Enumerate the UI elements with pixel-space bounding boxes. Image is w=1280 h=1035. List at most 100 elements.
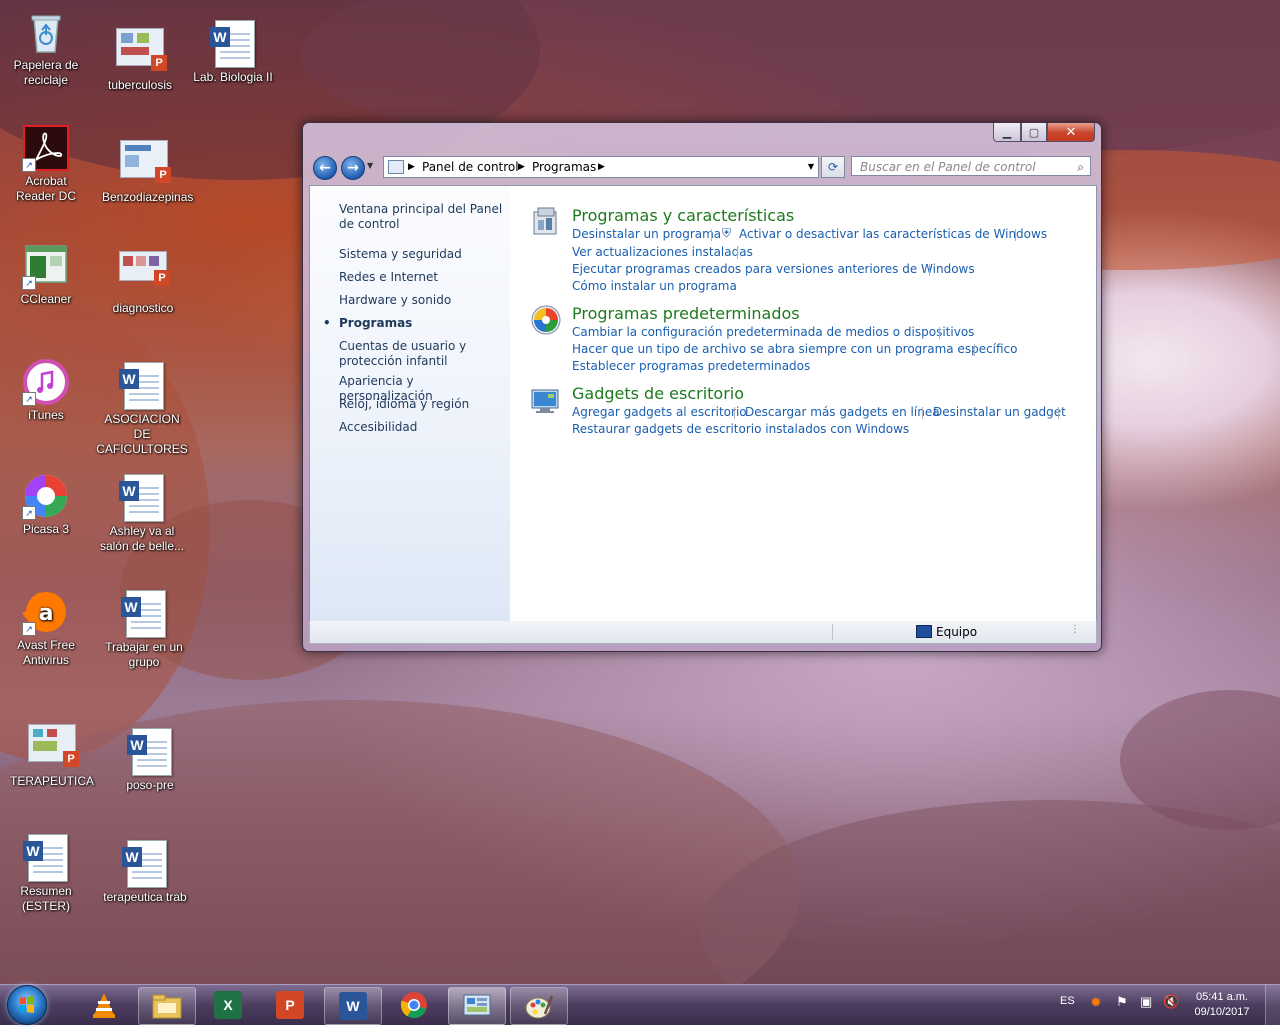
sidebar-item-accessibility[interactable]: Accesibilidad: [339, 420, 504, 435]
sidebar-item-programs[interactable]: • Programas: [323, 316, 504, 331]
desktop-icon-ashley[interactable]: W Ashley va al salón de belle...: [97, 474, 187, 554]
desktop-icon-benzodiazepinas[interactable]: P Benzodiazepinas: [102, 132, 193, 205]
desktop-icon-itunes[interactable]: ↗ iTunes: [4, 358, 88, 423]
resize-grip-icon[interactable]: ⋮: [1070, 624, 1080, 635]
desktop-icon-acrobat[interactable]: ↗ Acrobat Reader DC: [4, 124, 88, 204]
refresh-button[interactable]: ⟳: [821, 156, 845, 178]
address-dropdown-icon[interactable]: ▼: [808, 157, 814, 177]
desktop-icon-avast[interactable]: a ↗ Avast Free Antivirus: [4, 588, 88, 668]
desktop-icon-trabajar[interactable]: W Trabajar en un grupo: [102, 590, 186, 670]
link-separator: [1058, 407, 1059, 419]
desktop-icon-asociacion[interactable]: W ASOCIACION DE CAFICULTORES: [96, 362, 188, 457]
word-document-icon: W: [118, 474, 166, 522]
link-separator: [1015, 229, 1016, 241]
desktop-icon-lab-biologia[interactable]: W Lab. Biologia II: [191, 20, 275, 85]
chrome-icon: [400, 992, 427, 1019]
sidebar: Ventana principal del Panel de control S…: [310, 186, 510, 622]
desktop-icon-ccleaner[interactable]: ↗ CCleaner: [4, 242, 88, 307]
maximize-icon: ▢: [1028, 125, 1040, 139]
control-panel-icon: [463, 994, 491, 1016]
desktop-icon-recycle-bin[interactable]: Papelera de reciclaje: [4, 8, 88, 88]
show-desktop-button[interactable]: [1265, 985, 1280, 1025]
link-separator: [737, 247, 738, 259]
category-title-desktop-gadgets[interactable]: Gadgets de escritorio: [572, 384, 744, 403]
forward-button[interactable]: →: [341, 156, 365, 180]
computer-icon: [916, 625, 932, 638]
desktop-icon-picasa[interactable]: ↗ Picasa 3: [4, 472, 88, 537]
category-title-programs-features[interactable]: Programas y características: [572, 206, 794, 225]
ccleaner-icon: ↗: [22, 242, 70, 290]
close-button[interactable]: ✕: [1047, 123, 1095, 142]
taskbar-powerpoint[interactable]: P: [262, 987, 318, 1023]
desktop-icon-tuberculosis[interactable]: P tuberculosis: [98, 20, 182, 93]
back-button[interactable]: ←: [313, 156, 337, 180]
address-bar[interactable]: ▶ Panel de control ▶ Programas ▶ ▼: [383, 156, 819, 178]
chevron-down-icon: ▼: [367, 161, 374, 170]
search-input[interactable]: Buscar en el Panel de control ⌕: [851, 156, 1091, 176]
breadcrumb-separator-icon: ▶: [408, 162, 415, 172]
breadcrumb-programs[interactable]: Programas: [532, 157, 596, 177]
link-file-associations[interactable]: Hacer que un tipo de archivo se abra sie…: [572, 342, 1018, 356]
desktop-icon-poso-pre[interactable]: W poso-pre: [108, 728, 192, 793]
sidebar-item-hardware[interactable]: Hardware y sonido: [339, 293, 504, 308]
link-add-gadgets[interactable]: Agregar gadgets al escritorio: [572, 405, 747, 419]
close-icon: ✕: [1065, 124, 1077, 140]
minimize-button[interactable]: ▁: [993, 123, 1021, 142]
link-download-gadgets[interactable]: Descargar más gadgets en línea: [745, 405, 940, 419]
link-set-default-programs[interactable]: Establecer programas predeterminados: [572, 359, 810, 373]
desktop-gadgets-icon: [531, 389, 559, 413]
language-indicator[interactable]: ES: [1060, 995, 1075, 1035]
maximize-button[interactable]: ▢: [1021, 123, 1047, 142]
desktop-icon-label: Picasa 3: [22, 522, 70, 536]
desktop-icon-label: Resumen (ESTER): [20, 884, 72, 913]
link-compatibility[interactable]: Ejecutar programas creados para versione…: [572, 262, 975, 276]
control-panel-icon: [388, 160, 404, 174]
status-location: Equipo: [936, 625, 978, 639]
taskbar-paint[interactable]: [510, 987, 568, 1025]
arrow-right-icon: →: [347, 160, 359, 176]
volume-muted-icon[interactable]: 🔇: [1163, 994, 1179, 1034]
link-uninstall-program[interactable]: Desinstalar un programa: [572, 227, 721, 241]
sidebar-item-network[interactable]: Redes e Internet: [339, 270, 504, 285]
start-button[interactable]: [7, 985, 47, 1025]
breadcrumb-separator-icon: ▶: [598, 162, 605, 172]
avast-tray-icon[interactable]: ✹: [1090, 994, 1102, 1034]
action-center-icon[interactable]: ⚑: [1116, 994, 1128, 1034]
link-windows-features[interactable]: Activar o desactivar las características…: [739, 227, 1047, 241]
breadcrumb-control-panel[interactable]: Panel de control: [422, 157, 519, 177]
itunes-icon: ↗: [22, 358, 70, 406]
taskbar-vlc[interactable]: [76, 987, 132, 1023]
sidebar-item-clock-language[interactable]: Reloj, idioma y región: [339, 397, 504, 412]
desktop-icon-label: tuberculosis: [107, 78, 173, 92]
sidebar-item-system-security[interactable]: Sistema y seguridad: [339, 247, 504, 262]
taskbar-control-panel[interactable]: [448, 987, 506, 1025]
link-autoplay-settings[interactable]: Cambiar la configuración predeterminada …: [572, 325, 974, 339]
taskbar-explorer[interactable]: [138, 987, 196, 1025]
sidebar-item-user-accounts[interactable]: Cuentas de usuario y protección infantil: [339, 339, 469, 369]
link-how-to-install[interactable]: Cómo instalar un programa: [572, 279, 737, 293]
window-client-area: Ventana principal del Panel de control S…: [309, 185, 1097, 623]
shortcut-arrow-icon: ↗: [22, 158, 36, 172]
link-restore-gadgets[interactable]: Restaurar gadgets de escritorio instalad…: [572, 422, 909, 436]
picasa-icon: ↗: [22, 472, 70, 520]
taskbar-chrome[interactable]: [386, 987, 442, 1023]
desktop-icon-diagnostico[interactable]: P diagnostico: [101, 241, 185, 316]
link-uninstall-gadget[interactable]: Desinstalar un gadget: [933, 405, 1066, 419]
taskbar-excel[interactable]: X: [200, 987, 256, 1023]
category-title-default-programs[interactable]: Programas predeterminados: [572, 304, 800, 323]
desktop-icon-terapeutica[interactable]: P TERAPEUTICA: [10, 716, 94, 789]
programs-features-icon: [533, 207, 557, 235]
recycle-bin-icon: [22, 8, 70, 56]
address-row: ← → ▼ ▶ Panel de control ▶ Programas ▶ ▼…: [311, 155, 1095, 181]
word-document-icon: W: [209, 20, 257, 68]
desktop-icon-resumen[interactable]: W Resumen (ESTER): [4, 834, 88, 914]
recent-pages-dropdown[interactable]: ▼: [367, 161, 373, 170]
network-icon[interactable]: ▣: [1140, 994, 1152, 1034]
taskbar-word[interactable]: W: [324, 987, 382, 1025]
current-item-bullet: •: [323, 316, 331, 330]
link-installed-updates[interactable]: Ver actualizaciones instaladas: [572, 245, 753, 259]
desktop-icon-terapeutica-trab[interactable]: W terapeutica trab: [103, 840, 187, 905]
clock[interactable]: 05:41 a.m. 09/10/2017: [1190, 990, 1254, 1030]
acrobat-icon: ↗: [22, 124, 70, 172]
sidebar-item-home[interactable]: Ventana principal del Panel de control: [339, 202, 504, 232]
